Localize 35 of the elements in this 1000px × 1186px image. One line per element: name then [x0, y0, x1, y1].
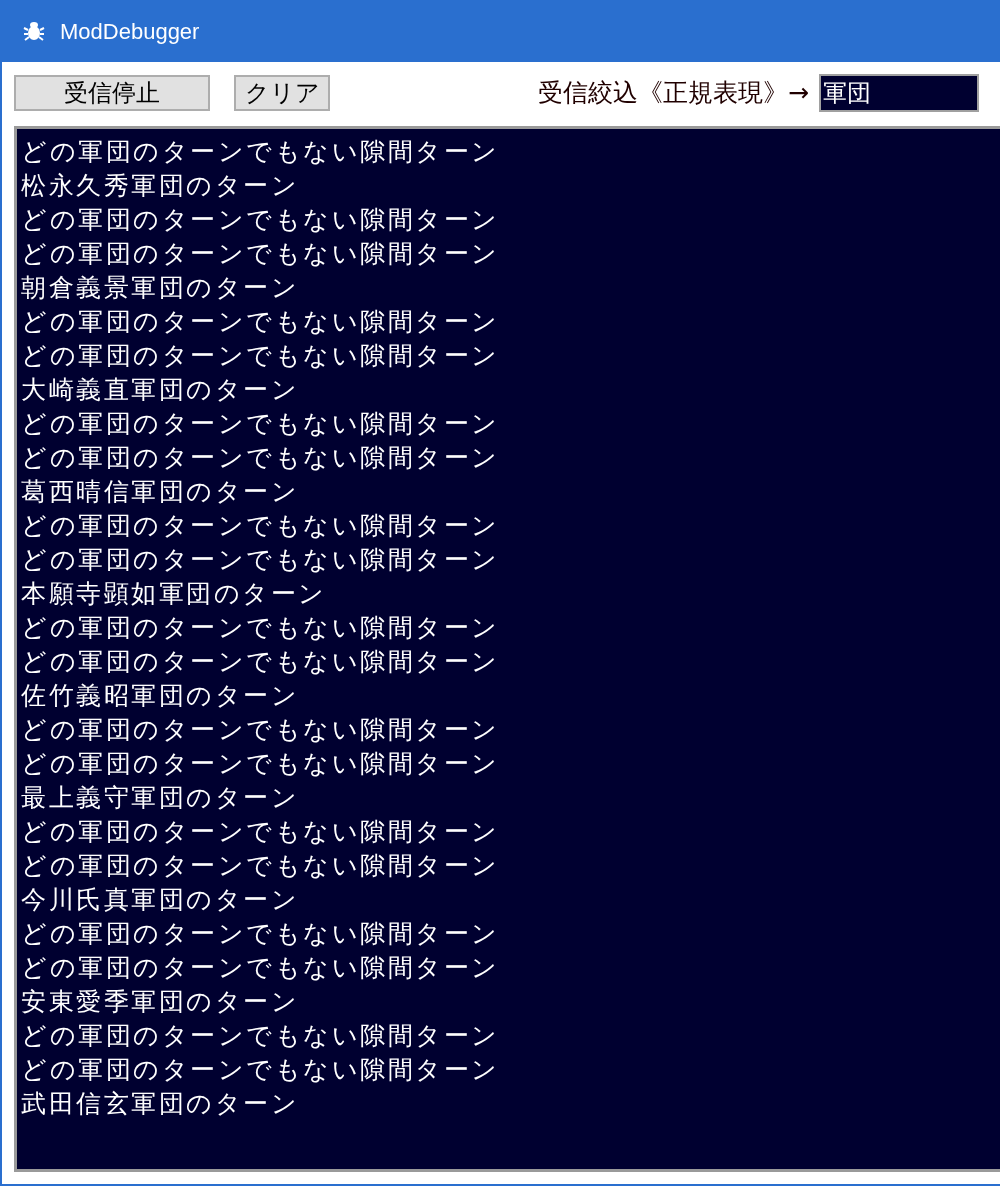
- log-line: どの軍団のターンでもない隙間ターン: [21, 340, 500, 372]
- log-line: どの軍団のターンでもない隙間ターン: [21, 1054, 500, 1086]
- log-line: どの軍団のターンでもない隙間ターン: [21, 442, 500, 474]
- log-line: どの軍団のターンでもない隙間ターン: [21, 408, 500, 440]
- log-line: どの軍団のターンでもない隙間ターン: [21, 816, 500, 848]
- log-line: どの軍団のターンでもない隙間ターン: [21, 952, 500, 984]
- window-title: ModDebugger: [60, 17, 200, 46]
- log-line: どの軍団のターンでもない隙間ターン: [21, 510, 500, 542]
- filter-label: 受信絞込《正規表現》→: [538, 77, 809, 110]
- log-line: どの軍団のターンでもない隙間ターン: [21, 306, 500, 338]
- filter-field[interactable]: 軍団: [818, 74, 979, 112]
- log-line: どの軍団のターンでもない隙間ターン: [21, 612, 500, 644]
- log-line: どの軍団のターンでもない隙間ターン: [21, 204, 500, 236]
- clear-button[interactable]: クリア: [234, 75, 330, 111]
- log-line: どの軍団のターンでもない隙間ターン: [21, 136, 500, 168]
- log-line: 葛西晴信軍団のターン: [21, 476, 299, 508]
- log-line: 安東愛季軍団のターン: [21, 986, 299, 1018]
- stop-receiving-button[interactable]: 受信停止: [14, 75, 210, 111]
- log-line: どの軍団のターンでもない隙間ターン: [21, 714, 500, 746]
- log-line: どの軍団のターンでもない隙間ターン: [21, 1020, 500, 1052]
- log-line: 最上義守軍団のターン: [21, 782, 299, 814]
- log-line: 大崎義直軍団のターン: [21, 374, 299, 406]
- log-line: 本願寺顕如軍団のターン: [21, 578, 327, 610]
- log-line: どの軍団のターンでもない隙間ターン: [21, 238, 500, 270]
- log-line: 朝倉義景軍団のターン: [21, 272, 299, 304]
- log-line: どの軍団のターンでもない隙間ターン: [21, 918, 500, 950]
- log-line: どの軍団のターンでもない隙間ターン: [21, 850, 500, 882]
- log-line: 佐竹義昭軍団のターン: [21, 680, 299, 712]
- log-line: 武田信玄軍団のターン: [21, 1088, 299, 1120]
- log-line: どの軍団のターンでもない隙間ターン: [21, 544, 500, 576]
- bug-icon: [22, 19, 46, 43]
- log-line: 今川氏真軍団のターン: [21, 884, 299, 916]
- log-line: 松永久秀軍団のターン: [21, 170, 299, 202]
- log-line: どの軍団のターンでもない隙間ターン: [21, 646, 500, 678]
- log-line: どの軍団のターンでもない隙間ターン: [21, 748, 500, 780]
